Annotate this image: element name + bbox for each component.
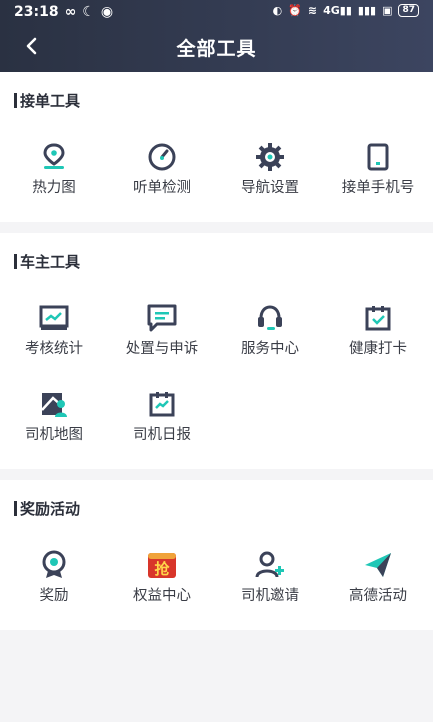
tool-driver-invite[interactable]: 司机邀请 [216, 550, 324, 605]
tool-order-phone[interactable]: 接单手机号 [324, 142, 432, 197]
alarm-icon: ⏰ [288, 4, 302, 17]
battery-icon: 87 [398, 4, 419, 17]
tool-nav-settings[interactable]: 导航设置 [216, 142, 324, 197]
section-owner-tools: 车主工具 考核统计 处置与申诉 服务中心 健康打卡 司机地图 司机日报 [0, 233, 433, 469]
calendar-check-icon [324, 303, 432, 333]
add-user-icon [216, 550, 324, 580]
section-title-bar [14, 93, 17, 108]
tool-reward[interactable]: 奖励 [0, 550, 108, 605]
page-title: 全部工具 [176, 38, 257, 60]
signal-icon-2: ▮▮▮ [357, 4, 377, 17]
tool-service-center[interactable]: 服务中心 [216, 303, 324, 358]
section-reward-activities: 奖励活动 奖励 抢 权益中心 司机邀请 高德活动 [0, 480, 433, 630]
section-title-bar [14, 501, 17, 516]
paper-plane-icon [324, 550, 432, 580]
header: 23:18 ∞ ☾ ◉ ◐ ⏰ ≋ 4G▮▮ ▮▮▮ ▣ 87 全部工具 [0, 0, 433, 72]
driver-map-icon [0, 389, 108, 419]
moon-icon: ☾ [82, 4, 95, 20]
tool-listen-check[interactable]: 听单检测 [108, 142, 216, 197]
signal-icon: 4G▮▮ [323, 4, 352, 17]
hd-icon: ▣ [382, 4, 393, 17]
section-title: 接单工具 [14, 90, 80, 111]
tool-appeal[interactable]: 处置与申诉 [108, 303, 216, 358]
tool-driver-map[interactable]: 司机地图 [0, 389, 108, 444]
tool-assessment-stats[interactable]: 考核统计 [0, 303, 108, 358]
status-time: 23:18 [14, 4, 59, 20]
mute-icon: ◐ [272, 4, 283, 17]
section-title-bar [14, 254, 17, 269]
section-title: 车主工具 [14, 251, 80, 272]
medal-icon [0, 550, 108, 580]
chart-icon [0, 303, 108, 333]
tool-health-checkin[interactable]: 健康打卡 [324, 303, 432, 358]
rights-badge-icon: 抢 [108, 550, 216, 580]
phone-icon [324, 142, 432, 172]
headset-icon [216, 303, 324, 333]
rights-badge-text: 抢 [154, 560, 170, 578]
infinity-icon: ∞ [64, 4, 77, 20]
daily-report-icon [108, 389, 216, 419]
tool-rights-center[interactable]: 抢 权益中心 [108, 550, 216, 605]
status-bar: 23:18 ∞ ☾ ◉ ◐ ⏰ ≋ 4G▮▮ ▮▮▮ ▣ 87 [0, 0, 433, 24]
wifi-icon: ≋ [307, 4, 318, 17]
section-title: 奖励活动 [14, 498, 80, 519]
tool-heatmap[interactable]: 热力图 [0, 142, 108, 197]
notification-icon: ◉ [100, 4, 114, 20]
message-icon [108, 303, 216, 333]
tool-amap-activity[interactable]: 高德活动 [324, 550, 432, 605]
gear-icon [216, 142, 324, 172]
map-pin-icon [0, 142, 108, 172]
section-order-tools: 接单工具 热力图 听单检测 导航设置 接单手机号 [0, 72, 433, 222]
tool-driver-daily[interactable]: 司机日报 [108, 389, 216, 444]
gauge-icon [108, 142, 216, 172]
